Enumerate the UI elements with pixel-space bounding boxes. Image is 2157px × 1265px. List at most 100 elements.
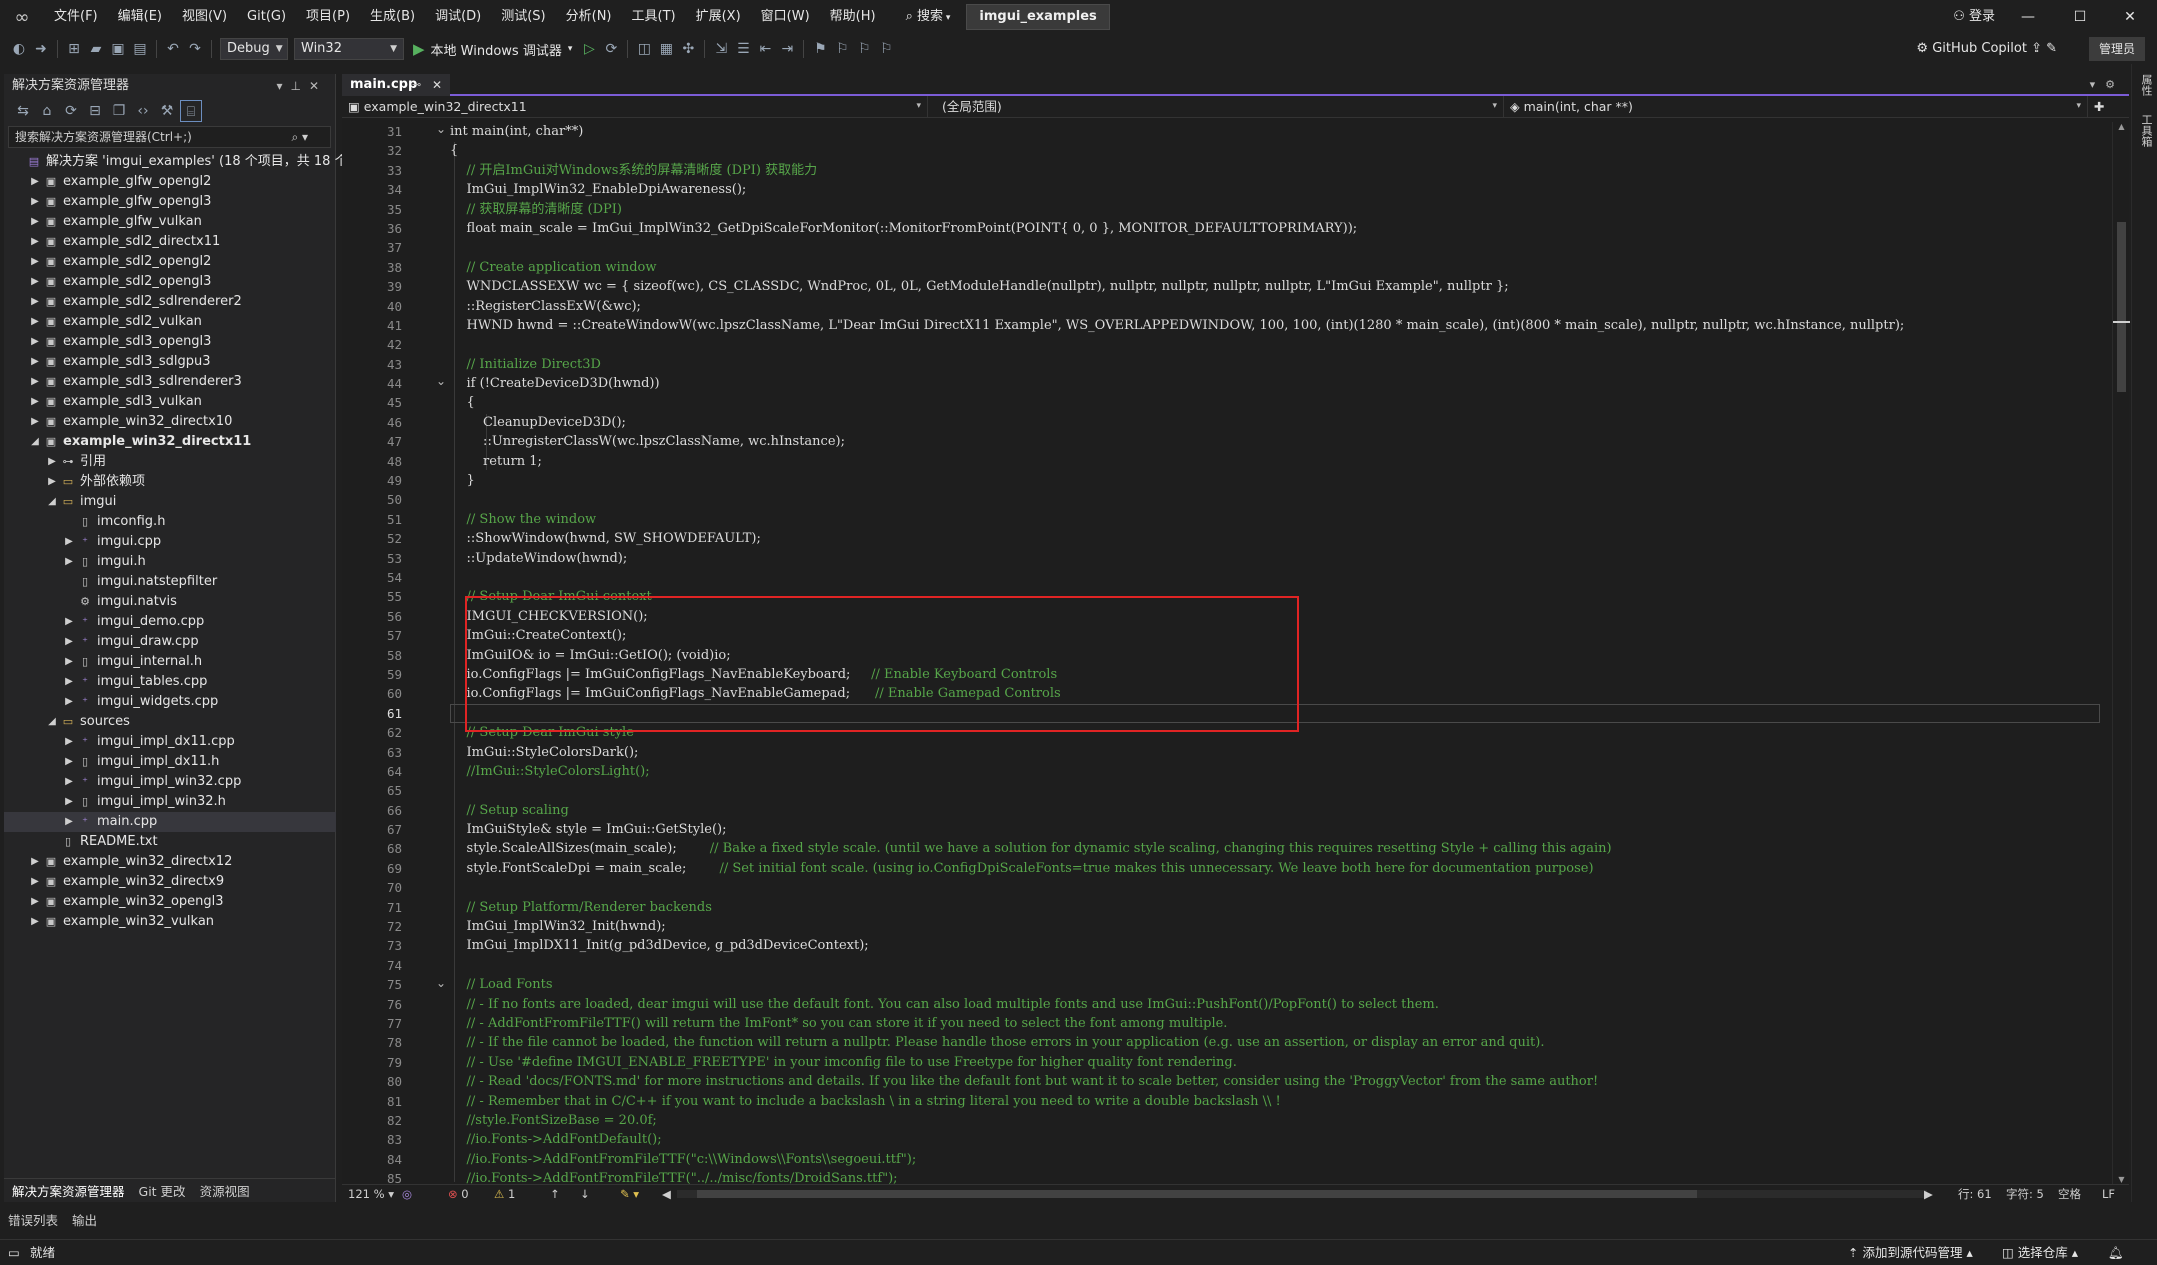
navigate-back-icon[interactable]: ◐ (8, 38, 30, 60)
expand-chevron-icon[interactable]: ▶ (29, 232, 41, 252)
collapse-chevron-icon[interactable]: ◢ (46, 492, 58, 512)
code-line[interactable]: style.FontScaleDpi = main_scale; // Set … (450, 859, 2100, 878)
code-line[interactable]: ::UpdateWindow(hwnd); (450, 549, 2100, 568)
notifications-icon[interactable]: 🔔︎ (2108, 1240, 2124, 1265)
scope-dropdown[interactable]: (全局范围) ▾ (928, 96, 1504, 117)
vertical-scrollbar[interactable]: ▲ ▼ (2112, 122, 2130, 1184)
function-dropdown[interactable]: ◈ main(int, char **) ▾ (1504, 96, 2088, 117)
code-line[interactable] (450, 781, 2100, 800)
close-icon[interactable]: ✕ (309, 79, 327, 93)
code-line[interactable]: //io.Fonts->AddFontFromFileTTF("../../mi… (450, 1169, 2100, 1184)
pin-icon[interactable]: ⊥ (290, 79, 308, 93)
expand-chevron-icon[interactable]: ▶ (63, 732, 75, 752)
code-line[interactable]: // 获取屏幕的清晰度 (DPI) (450, 200, 2100, 219)
code-line[interactable]: return 1; (450, 452, 2100, 471)
next-issue-icon[interactable]: ↓ (580, 1185, 590, 1203)
collapse-icon[interactable]: ⌄ (434, 122, 448, 136)
line-ending[interactable]: LF (2102, 1185, 2115, 1203)
explorer-tab[interactable]: 解决方案资源管理器 (12, 1181, 125, 1200)
tree-item[interactable]: ◢ ▭ sources (4, 712, 336, 732)
sync-icon[interactable]: ⇆ (12, 100, 34, 122)
close-icon[interactable]: ✕ (432, 74, 442, 96)
redo-icon[interactable]: ↷ (184, 38, 206, 60)
menu-item[interactable]: 编辑(E) (108, 0, 172, 34)
collapse-chevron-icon[interactable]: ◢ (46, 712, 58, 732)
toolbox-tab[interactable]: 工具箱 (2138, 114, 2154, 147)
code-line[interactable]: // - Read 'docs/FONTS.md' for more instr… (450, 1072, 2100, 1091)
clear-bookmarks-icon[interactable]: ⚐ (875, 38, 897, 60)
code-line[interactable] (450, 335, 2100, 354)
expand-chevron-icon[interactable]: ▶ (63, 612, 75, 632)
code-line[interactable]: ::RegisterClassExW(&wc); (450, 297, 2100, 316)
code-line[interactable]: //style.FontSizeBase = 20.0f; (450, 1111, 2100, 1130)
tree-item[interactable]: ▶ ⁺ imgui_demo.cpp (4, 612, 336, 632)
menu-item[interactable]: 分析(N) (556, 0, 622, 34)
menu-item[interactable]: 生成(B) (360, 0, 425, 34)
expand-chevron-icon[interactable]: ▶ (29, 912, 41, 932)
start-without-debugging-icon[interactable]: ▷ (578, 38, 600, 60)
menu-item[interactable]: 扩展(X) (686, 0, 751, 34)
tree-item[interactable]: ▶ ▣ example_glfw_opengl3 (4, 192, 336, 212)
search-box[interactable]: ⌕ 搜索 ▾ (896, 5, 961, 29)
layout-icon[interactable]: ▦ (655, 38, 677, 60)
code-line[interactable]: // - If the file cannot be loaded, the f… (450, 1033, 2100, 1052)
expand-chevron-icon[interactable]: ▶ (29, 312, 41, 332)
code-line[interactable]: // - Remember that in C/C++ if you want … (450, 1092, 2100, 1111)
tree-item[interactable]: ▶ ▯ imgui_impl_dx11.h (4, 752, 336, 772)
tree-item[interactable]: ▶ ⁺ imgui_draw.cpp (4, 632, 336, 652)
tree-item[interactable]: ▶ ⁺ imgui.cpp (4, 532, 336, 552)
visual-studio-logo-icon[interactable]: ∞ (0, 0, 44, 34)
code-line[interactable]: WNDCLASSEXW wc = { sizeof(wc), CS_CLASSD… (450, 277, 2100, 296)
code-line[interactable]: // - AddFontFromFileTTF() will return th… (450, 1014, 2100, 1033)
tree-item[interactable]: ▶ ▣ example_win32_directx10 (4, 412, 336, 432)
tree-item[interactable]: ▶ ▣ example_glfw_opengl2 (4, 172, 336, 192)
comment-icon[interactable]: ⇤ (754, 38, 776, 60)
menu-item[interactable]: 项目(P) (296, 0, 360, 34)
tree-item[interactable]: ▶ ⁺ imgui_impl_dx11.cpp (4, 732, 336, 752)
tree-item[interactable]: ▶ ▣ example_glfw_vulkan (4, 212, 336, 232)
code-area[interactable]: 31 32 33 34 35 36 37 38 39 40 41 42 43 44 45 46 47 48 49 50… (342, 122, 2112, 1184)
open-folder-icon[interactable]: ▰ (85, 38, 107, 60)
code-line[interactable]: style.ScaleAllSizes(main_scale); // Bake… (450, 839, 2100, 858)
home-icon[interactable]: ⌂ (36, 100, 58, 122)
tree-item[interactable]: ▶ ▣ example_sdl3_vulkan (4, 392, 336, 412)
configuration-select[interactable]: Debug ▼ (220, 38, 288, 60)
save-all-icon[interactable]: ▤ (129, 38, 151, 60)
code-line[interactable]: // Show the window (450, 510, 2100, 529)
pin-icon[interactable]: ⊸ (412, 74, 421, 96)
next-bookmark-icon[interactable]: ⚐ (853, 38, 875, 60)
menu-item[interactable]: 测试(S) (491, 0, 555, 34)
split-editor-button[interactable]: ✚ (2088, 96, 2112, 117)
tree-item[interactable]: ▶ ⁺ imgui_widgets.cpp (4, 692, 336, 712)
tree-item[interactable]: ▯ README.txt (4, 832, 336, 852)
hot-reload-icon[interactable]: ⟳ (600, 38, 622, 60)
code-line[interactable]: // Load Fonts (450, 975, 2100, 994)
menu-item[interactable]: 视图(V) (172, 0, 237, 34)
scrollbar-thumb[interactable] (697, 1190, 1697, 1198)
properties-tab[interactable]: 属性 (2138, 74, 2154, 96)
prev-bookmark-icon[interactable]: ⚐ (831, 38, 853, 60)
expand-chevron-icon[interactable]: ▶ (29, 872, 41, 892)
expand-chevron-icon[interactable]: ▶ (63, 532, 75, 552)
collapse-icon[interactable]: ⌄ (434, 374, 448, 388)
code-line[interactable]: float main_scale = ImGui_ImplWin32_GetDp… (450, 219, 2100, 238)
code-line[interactable]: // Setup Platform/Renderer backends (450, 898, 2100, 917)
tree-item[interactable]: ◢ ▭ imgui (4, 492, 336, 512)
error-count[interactable]: ⊗ 0 (448, 1185, 469, 1203)
gear-icon[interactable]: ⚙ (2105, 78, 2125, 91)
expand-chevron-icon[interactable]: ▶ (29, 372, 41, 392)
explorer-tab[interactable]: 资源视图 (200, 1181, 250, 1200)
expand-chevron-icon[interactable]: ▶ (29, 412, 41, 432)
tree-item[interactable]: ▯ imgui.natstepfilter (4, 572, 336, 592)
scrollbar-thumb[interactable] (2117, 222, 2126, 392)
code-line[interactable]: //io.Fonts->AddFontDefault(); (450, 1130, 2100, 1149)
code-line[interactable]: { (450, 141, 2100, 160)
code-line[interactable] (450, 490, 2100, 509)
code-line[interactable]: // - Use '#define IMGUI_ENABLE_FREETYPE'… (450, 1053, 2100, 1072)
expand-chevron-icon[interactable]: ▶ (29, 852, 41, 872)
maximize-button[interactable]: ☐ (2055, 0, 2105, 34)
code-line[interactable]: if (!CreateDeviceD3D(hwnd)) (450, 374, 2100, 393)
code-line[interactable]: // - If no fonts are loaded, dear imgui … (450, 995, 2100, 1014)
expand-chevron-icon[interactable]: ▶ (29, 272, 41, 292)
code-line[interactable]: //io.Fonts->AddFontFromFileTTF("c:\\Wind… (450, 1150, 2100, 1169)
